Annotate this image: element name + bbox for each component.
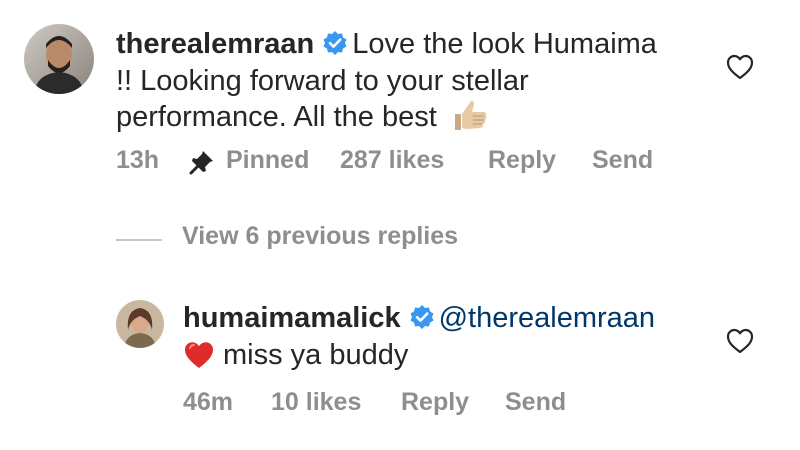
comment-text-line2: !! Looking forward to your stellar <box>116 65 529 97</box>
view-replies-label[interactable]: View 6 previous replies <box>182 222 458 251</box>
reply-send-button[interactable]: Send <box>505 388 566 417</box>
reply-username[interactable]: humaimamalick <box>183 302 401 334</box>
comment-meta: 13h Pinned 287 likes Reply Send <box>116 146 676 176</box>
avatar-therealemraan[interactable] <box>24 24 94 94</box>
pinned-label: Pinned <box>226 146 310 174</box>
comment-username[interactable]: therealemraan <box>116 28 314 60</box>
thumbs-up-icon <box>451 98 489 140</box>
comment-reply-button[interactable]: Reply <box>488 146 556 175</box>
reply-reply-button[interactable]: Reply <box>401 388 469 417</box>
pin-icon <box>189 149 215 182</box>
comment-like-heart-icon[interactable] <box>726 54 754 85</box>
reply-meta: 46m 10 likes Reply Send <box>183 388 683 418</box>
reply-time: 46m <box>183 388 234 416</box>
reply-text: humaimamalick @therealemraan miss ya budd… <box>183 301 703 378</box>
reply-mention[interactable]: @therealemraan <box>439 302 655 334</box>
comment-text-line1: Love the look Humaima <box>352 28 657 60</box>
comment-text-line3: performance. All the best <box>116 101 437 133</box>
reply-likes[interactable]: 10 likes <box>271 388 361 417</box>
red-heart-icon <box>183 340 215 378</box>
reply-avatar-image <box>116 300 164 348</box>
replies-divider-line <box>116 239 162 241</box>
comment-likes[interactable]: 287 likes <box>340 146 444 175</box>
reply-like-heart-icon[interactable] <box>726 328 754 359</box>
comment-send-button[interactable]: Send <box>592 146 653 175</box>
reply-text-content: miss ya buddy <box>223 339 409 371</box>
reply-verified-badge-icon <box>409 304 435 338</box>
verified-badge-icon <box>322 30 348 64</box>
comment-text: therealemraan Love the look Humaima !! Lo… <box>116 27 676 140</box>
avatar-image <box>24 24 94 94</box>
comment-time: 13h <box>116 146 160 174</box>
avatar-humaimamalick[interactable] <box>116 300 164 348</box>
